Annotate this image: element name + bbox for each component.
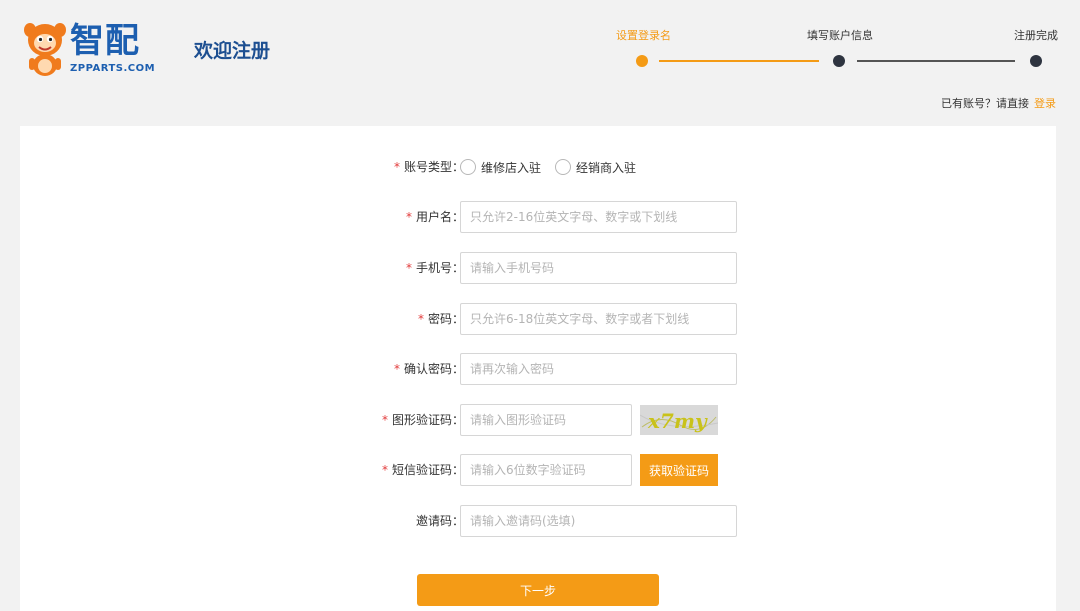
step-connector-2	[857, 60, 1015, 62]
step-dot-3	[1030, 55, 1042, 67]
radio-circle-icon[interactable]	[460, 159, 476, 175]
image-captcha-row: *图形验证码： x7my	[20, 404, 1056, 436]
phone-row: * 手机号：	[20, 252, 1056, 284]
login-hint: 已有账号？请直接 登录	[941, 95, 1056, 111]
invite-code-row: 邀请码：	[20, 505, 1056, 537]
login-hint-text: 已有账号？请直接	[941, 97, 1029, 110]
get-sms-code-button[interactable]: 获取验证码	[640, 454, 718, 486]
confirm-password-row: * 确认密码：	[20, 353, 1056, 385]
confirm-password-label: * 确认密码：	[393, 362, 464, 376]
invite-code-input[interactable]	[460, 505, 737, 537]
step-label-3: 注册完成	[1014, 29, 1058, 42]
brand-name: 智配	[70, 21, 140, 61]
captcha-text: x7my	[647, 409, 708, 433]
brand-domain: ZPPARTS.COM	[70, 63, 156, 74]
image-captcha-input[interactable]	[460, 404, 632, 436]
radio-circle-icon[interactable]	[555, 159, 572, 175]
username-input[interactable]	[460, 201, 737, 233]
phone-input[interactable]	[460, 252, 737, 284]
radio-repair-shop-label: 维修店入驻	[481, 160, 542, 175]
registration-form-card: *账号类型： 维修店入驻 经销商入驻 *用户名： *手机号： *密码： *确认密…	[20, 126, 1056, 611]
account-type-label: * 账号类型：	[393, 160, 464, 174]
required-mark: *	[393, 160, 400, 174]
step-label-2: 填写账户信息	[807, 29, 873, 42]
captcha-image[interactable]: x7my	[640, 405, 718, 435]
registration-steps: 设置登录名 填写账户信息 注册完成	[600, 24, 1070, 84]
password-row: * 密码：	[20, 303, 1056, 335]
sms-code-row: *短信验证码： 获取验证码	[20, 454, 1056, 486]
step-connector-1	[659, 60, 819, 62]
confirm-password-input[interactable]	[460, 353, 737, 385]
step-label-1: 设置登录名	[616, 29, 671, 42]
account-type-row: * 账号类型： 维修店入驻 经销商入驻	[20, 151, 1056, 183]
step-dot-1	[636, 55, 648, 67]
page-title: 欢迎注册	[194, 40, 271, 62]
login-link[interactable]: 登录	[1034, 97, 1056, 110]
mascot-logo-icon	[24, 23, 66, 76]
password-input[interactable]	[460, 303, 737, 335]
radio-distributor[interactable]: 经销商入驻	[555, 159, 636, 176]
radio-distributor-label: 经销商入驻	[576, 160, 637, 175]
radio-repair-shop[interactable]: 维修店入驻	[460, 159, 541, 176]
password-label: * 密码：	[417, 312, 464, 326]
image-captcha-label: * 图形验证码：	[381, 413, 464, 427]
captcha-noise-icon: x7my	[640, 405, 718, 435]
page-header: 智配 ZPPARTS.COM 欢迎注册 设置登录名 填写账户信息 注册完成 已有…	[0, 0, 1080, 126]
next-step-button[interactable]: 下一步	[417, 574, 659, 606]
sms-code-label: * 短信验证码：	[381, 463, 464, 477]
username-label: * 用户名：	[405, 210, 464, 224]
sms-code-input[interactable]	[460, 454, 632, 486]
account-type-radio-group: 维修店入驻 经销商入驻	[460, 151, 650, 183]
step-dot-2	[833, 55, 845, 67]
phone-label: * 手机号：	[405, 261, 464, 275]
username-row: * 用户名：	[20, 201, 1056, 233]
brand-logo[interactable]: 智配 ZPPARTS.COM	[22, 18, 155, 80]
invite-code-label: 邀请码：	[415, 514, 464, 528]
